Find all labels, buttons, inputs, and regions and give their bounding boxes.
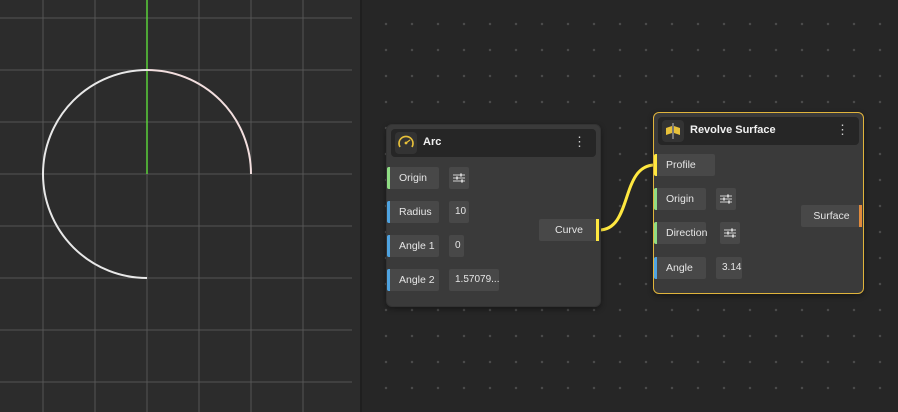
revolve-output-surface[interactable]: Surface <box>801 205 862 227</box>
port-connector <box>387 201 390 223</box>
sliders-icon <box>453 173 465 183</box>
arc-input-angle2[interactable]: Angle 2 <box>387 269 439 291</box>
port-label: Angle <box>666 262 693 274</box>
port-connector <box>654 222 657 244</box>
arc-node[interactable]: Arc ⋮ Origin Radius 10 Angle 1 0 Angle 2… <box>386 124 601 307</box>
arc-node-title: Arc <box>423 136 442 148</box>
viewport-canvas <box>0 0 352 412</box>
sliders-icon <box>720 194 732 204</box>
port-label: Surface <box>813 210 850 222</box>
revolve-input-profile[interactable]: Profile <box>654 154 715 176</box>
revolve-input-direction[interactable]: Direction <box>654 222 708 244</box>
port-label: Angle 1 <box>399 240 435 252</box>
angle1-value-field[interactable]: 0 <box>449 235 464 257</box>
radius-value-field[interactable]: 10 <box>449 201 469 223</box>
revolve-input-angle[interactable]: Angle <box>654 257 706 279</box>
port-connector[interactable] <box>596 219 599 241</box>
direction-settings-button[interactable] <box>720 222 740 244</box>
arc-input-origin[interactable]: Origin <box>387 167 439 189</box>
revolve-surface-icon <box>662 120 684 142</box>
sliders-icon <box>724 228 736 238</box>
viewport-grid <box>0 0 352 412</box>
origin-settings-button[interactable] <box>716 188 736 210</box>
arc-input-angle1[interactable]: Angle 1 <box>387 235 439 257</box>
port-label: Profile <box>666 159 696 171</box>
port-label: Origin <box>666 193 695 205</box>
port-connector <box>387 167 390 189</box>
more-vertical-icon[interactable]: ⋮ <box>573 134 586 150</box>
arc-output-curve[interactable]: Curve <box>539 219 599 241</box>
port-label: Curve <box>554 224 583 236</box>
port-connector <box>654 154 657 176</box>
angle2-value-field[interactable]: 1.57079... <box>449 269 499 291</box>
port-label: Direction <box>666 227 708 239</box>
port-connector <box>654 188 657 210</box>
port-label: Angle 2 <box>399 274 435 286</box>
arc-input-radius[interactable]: Radius <box>387 201 439 223</box>
origin-settings-button[interactable] <box>449 167 469 189</box>
revolve-input-origin[interactable]: Origin <box>654 188 706 210</box>
more-vertical-icon[interactable]: ⋮ <box>836 122 849 138</box>
arc-node-header[interactable]: Arc ⋮ <box>391 129 596 157</box>
port-label: Radius <box>399 206 432 218</box>
port-connector <box>654 257 657 279</box>
port-connector <box>387 269 390 291</box>
revolve-node-header[interactable]: Revolve Surface ⋮ <box>658 117 859 145</box>
port-connector[interactable] <box>859 205 862 227</box>
port-label: Origin <box>399 172 428 184</box>
revolve-node-title: Revolve Surface <box>690 124 776 136</box>
3d-viewport[interactable] <box>0 0 360 412</box>
revolve-surface-node[interactable]: Revolve Surface ⋮ Profile Origin Directi… <box>653 112 864 294</box>
arc-icon <box>395 132 417 154</box>
port-connector <box>387 235 390 257</box>
angle-value-field[interactable]: 3.14 <box>716 257 742 279</box>
